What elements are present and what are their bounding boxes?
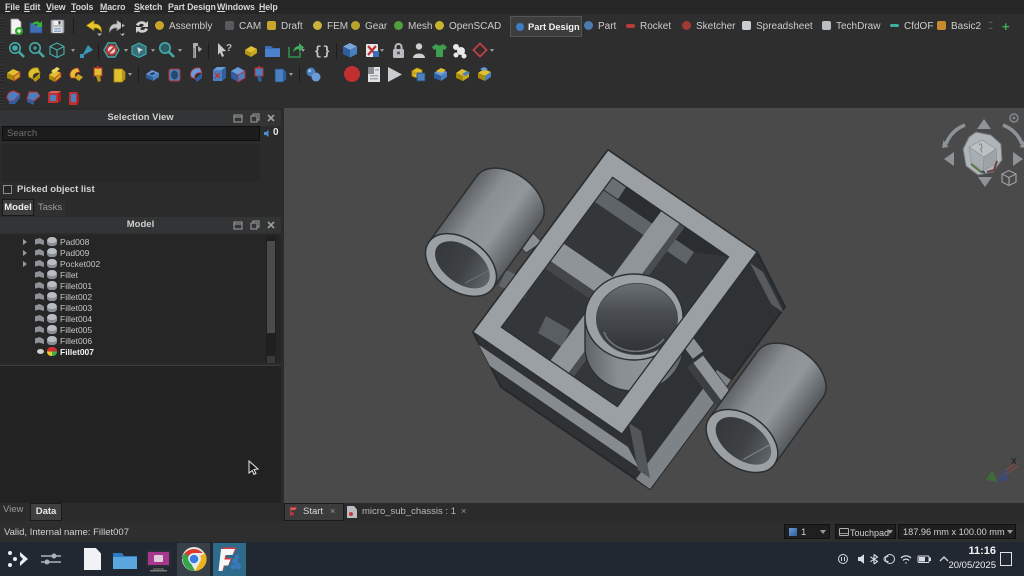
svg-text:{ }: { } — [314, 44, 330, 59]
svg-text:?: ? — [226, 43, 232, 54]
